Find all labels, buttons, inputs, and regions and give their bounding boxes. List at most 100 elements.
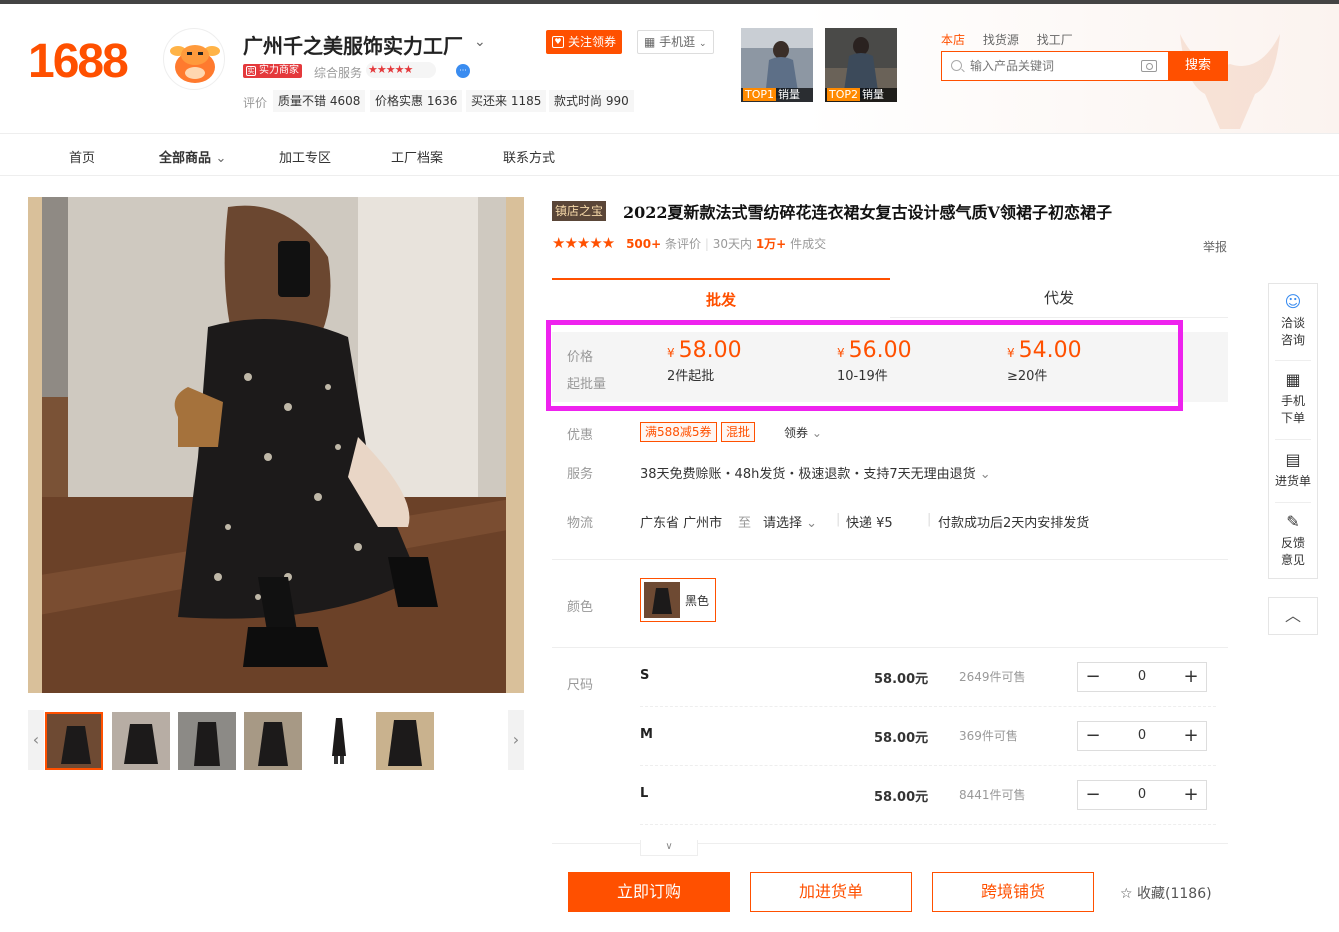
thumbs-next-button[interactable]: › [508, 710, 524, 770]
size-label: 尺码 [567, 678, 594, 693]
mobile-browse-button[interactable]: ▦ 手机逛 ⌄ [637, 30, 714, 54]
sold-suffix: 件成交 [790, 237, 827, 251]
quantity-value[interactable]: 0 [1108, 728, 1176, 743]
buy-now-button[interactable]: 立即订购 [568, 872, 730, 912]
camera-icon[interactable] [1141, 60, 1157, 72]
plus-button[interactable]: + [1176, 781, 1206, 809]
chevron-down-icon: ∨ [665, 841, 673, 852]
search-icon [951, 60, 962, 71]
add-to-cart-button[interactable]: 加进货单 [750, 872, 912, 912]
evaluation-tag[interactable]: 款式时尚 990 [549, 90, 634, 112]
service-text: 38天免费赊账・48h发货・极速退款・支持7天无理由退货 [640, 467, 976, 482]
tab-wholesale[interactable]: 批发 [552, 278, 890, 318]
size-stock: 369件可售 [959, 729, 1018, 743]
color-option-black[interactable]: 黑色 [640, 578, 716, 622]
chevron-down-icon[interactable]: ⌄ [474, 34, 486, 50]
thumbnail-2[interactable] [112, 712, 170, 770]
service-score-label: 综合服务 [314, 66, 363, 80]
nav-home[interactable]: 首页 [69, 147, 95, 166]
sidebar-item-mobile-order[interactable]: ▦ 手机 下单 [1269, 370, 1317, 427]
rank-caption: 销量 [778, 88, 801, 101]
shop-name[interactable]: 广州千之美服饰实力工厂 [243, 30, 463, 59]
site-logo[interactable]: 1688 [28, 34, 129, 89]
chevron-up-icon: ︿ [1284, 606, 1301, 625]
rank-label: TOP1 [743, 88, 777, 101]
sidebar-item-consult[interactable]: ☺ 洽谈 咨询 [1269, 292, 1317, 349]
thumbnail-3[interactable] [178, 712, 236, 770]
quantity-value[interactable]: 0 [1108, 669, 1176, 684]
clipboard-icon: ▤ [1285, 450, 1301, 469]
nav-contact[interactable]: 联系方式 [503, 147, 555, 166]
nav-processing[interactable]: 加工专区 [279, 147, 331, 166]
edit-icon: ✎ [1286, 512, 1300, 531]
chevron-down-icon: ⌄ [699, 39, 707, 49]
sidebar-item-feedback[interactable]: ✎ 反馈 意见 [1269, 512, 1317, 569]
coupon-tag[interactable]: 满588减5券 [640, 422, 717, 442]
minus-button[interactable]: − [1078, 781, 1108, 809]
follow-coupon-button[interactable]: ♥ 关注领券 [546, 30, 623, 54]
thumbnail-1[interactable] [45, 712, 103, 770]
expand-sizes-button[interactable]: ∨ [640, 840, 698, 856]
sidebar-label: 意见 [1280, 553, 1305, 567]
ship-to-word: 至 [738, 516, 752, 531]
search-button[interactable]: 搜索 [1168, 51, 1228, 81]
evaluation-label: 评价 [243, 96, 268, 110]
thumbnail-6[interactable] [376, 712, 434, 770]
evaluation-tag[interactable]: 买还来 1185 [466, 90, 547, 112]
color-name: 黑色 [685, 594, 710, 608]
size-stock: 2649件可售 [959, 670, 1026, 684]
plus-button[interactable]: + [1176, 663, 1206, 691]
thumbs-prev-button[interactable]: ‹ [28, 710, 44, 770]
sidebar-label: 反馈 [1280, 536, 1305, 550]
chat-bubble-icon[interactable]: ··· [456, 64, 470, 78]
nav-all-products[interactable]: 全部商品 ⌄ [159, 147, 226, 166]
review-count[interactable]: 500+ [626, 237, 661, 251]
favorite-label: 收藏(1186) [1137, 886, 1212, 902]
search-input[interactable] [970, 57, 1130, 75]
service-list[interactable]: 38天免费赊账・48h发货・极速退款・支持7天无理由退货 ⌄ [640, 463, 991, 482]
claim-coupon-button[interactable]: 领券 ⌄ [784, 424, 822, 441]
size-name: M [640, 727, 653, 742]
thumb-photo [178, 712, 236, 770]
mobile-button-label: 手机逛 [659, 35, 696, 49]
thumb-photo [47, 714, 101, 768]
store-treasure-tag: 镇店之宝 [552, 201, 607, 221]
shop-avatar[interactable] [163, 28, 225, 90]
top-seller-card-1[interactable]: TOP1 销量 [741, 28, 813, 102]
coupon-tag[interactable]: 混批 [721, 422, 756, 442]
thumb-photo [244, 712, 302, 770]
quantity-value[interactable]: 0 [1108, 787, 1176, 802]
top-seller-card-2[interactable]: TOP2 销量 [825, 28, 897, 102]
sidebar-label: 咨询 [1280, 333, 1305, 347]
scope-tab-shop[interactable]: 本店 [941, 33, 965, 47]
sidebar-label: 进货单 [1274, 474, 1311, 488]
back-to-top-button[interactable]: ︿ [1268, 597, 1318, 635]
thumb-photo [310, 712, 368, 770]
minus-button[interactable]: − [1078, 663, 1108, 691]
nav-factory-profile[interactable]: 工厂档案 [391, 147, 443, 166]
main-product-image[interactable] [28, 197, 524, 693]
price-highlight-box [546, 320, 1183, 411]
scope-tab-source[interactable]: 找货源 [983, 33, 1019, 47]
ship-to-select[interactable]: 请选择 ⌄ [763, 512, 817, 531]
thumb-photo [376, 712, 434, 770]
scope-tab-factory[interactable]: 找工厂 [1037, 33, 1073, 47]
logistics-label: 物流 [567, 516, 594, 531]
floating-sidebar: ☺ 洽谈 咨询 ▦ 手机 下单 ▤ 进货单 ✎ 反馈 意见 [1268, 283, 1318, 579]
chevron-down-icon: ⌄ [811, 426, 822, 440]
sidebar-label: 洽谈 [1280, 316, 1305, 330]
plus-button[interactable]: + [1176, 722, 1206, 750]
minus-button[interactable]: − [1078, 722, 1108, 750]
report-link[interactable]: 举报 [1203, 238, 1227, 255]
thumbnail-4[interactable] [244, 712, 302, 770]
cow-mascot-icon [170, 45, 220, 83]
shop-header: 1688 广州千之美服饰实力工厂 ⌄ 实 实力商家 综合服务 ★★★★★ ···… [0, 4, 1339, 134]
cross-border-distribute-button[interactable]: 跨境铺货 [932, 872, 1094, 912]
evaluation-tag[interactable]: 价格实惠 1636 [370, 90, 463, 112]
favorite-button[interactable]: ☆ 收藏(1186) [1120, 883, 1212, 903]
sidebar-item-cart[interactable]: ▤ 进货单 [1269, 450, 1317, 490]
rank-caption: 销量 [862, 88, 885, 101]
tab-dropship[interactable]: 代发 [890, 278, 1228, 318]
evaluation-tag[interactable]: 质量不错 4608 [273, 90, 366, 112]
thumbnail-5[interactable] [310, 712, 368, 770]
